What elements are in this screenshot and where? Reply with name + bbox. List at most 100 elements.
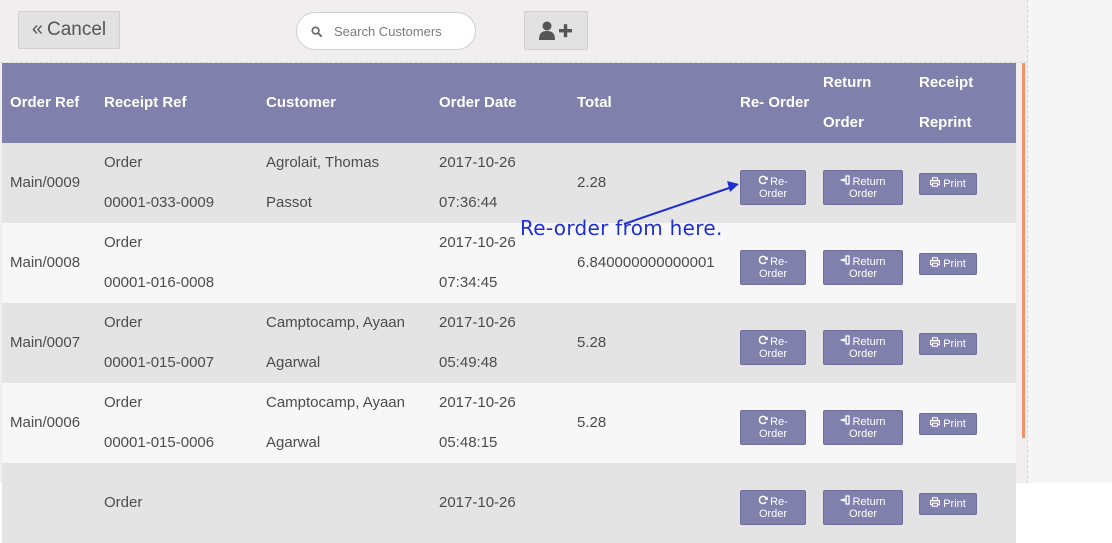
sign-in-icon <box>840 335 851 348</box>
search-input[interactable] <box>332 22 466 40</box>
header-reorder: Re- Order <box>732 63 815 143</box>
print-cell: Print <box>911 223 1016 303</box>
return-cell: Return Order <box>815 223 911 303</box>
header-receipt-line2: Reprint <box>919 114 972 131</box>
receipt-ref-cell: Order <box>96 463 258 543</box>
refresh-icon <box>758 495 768 508</box>
table-row: Main/0008 Order 00001-016-0008 2017-10-26 07… <box>2 223 1016 303</box>
return-order-button[interactable]: Return Order <box>823 250 903 285</box>
return-label-line2: Order <box>848 188 878 200</box>
reorder-button[interactable]: Re- Order <box>740 490 806 525</box>
receipt-ref-cell: Order 00001-016-0008 <box>96 223 258 303</box>
table-row: Main/0007 Order 00001-015-0007 Camptocamp, … <box>2 303 1016 383</box>
sign-in-icon <box>840 255 851 268</box>
reorder-button[interactable]: Re- Order <box>740 250 806 285</box>
table-row: Order 2017-10-26 Re- Order Return Order Print <box>2 463 1016 543</box>
sign-in-icon <box>840 175 851 188</box>
receipt-ref-line1: Order <box>104 314 143 331</box>
return-order-button[interactable]: Return Order <box>823 170 903 205</box>
reorder-label-line2: Order <box>758 428 788 440</box>
header-order-ref: Order Ref <box>10 94 80 111</box>
refresh-icon <box>758 335 768 348</box>
reorder-button[interactable]: Re- Order <box>740 410 806 445</box>
print-label: Print <box>943 417 966 430</box>
reorder-button[interactable]: Re- Order <box>740 330 806 365</box>
receipt-ref-line2: 00001-015-0006 <box>104 434 215 451</box>
header-order-date: Order Date <box>439 94 517 111</box>
print-button[interactable]: Print <box>919 172 977 195</box>
reorder-cell: Re- Order <box>732 143 815 223</box>
search-customers-field[interactable] <box>296 12 476 50</box>
return-order-button[interactable]: Return Order <box>823 410 903 445</box>
receipt-ref-cell: Order 00001-033-0009 <box>96 143 258 223</box>
return-label-line1: Return <box>852 335 886 348</box>
order-date-line2: 05:48:15 <box>439 434 498 451</box>
cancel-button[interactable]: « Cancel <box>18 11 120 49</box>
order-date-cell: 2017-10-26 <box>431 463 569 543</box>
header-reorder-line1: Re- <box>740 94 765 111</box>
search-icon <box>311 25 322 37</box>
order-date-line1: 2017-10-26 <box>439 314 516 331</box>
header-return-line2: Order <box>823 114 864 131</box>
total-cell: 2.28 <box>577 174 607 191</box>
scroll-accent-bar <box>1022 63 1025 438</box>
print-label: Print <box>943 177 966 190</box>
print-icon <box>930 257 941 270</box>
order-ref-cell: Main/0006 <box>10 414 81 431</box>
sign-in-icon <box>840 495 851 508</box>
customer-cell: Agrolait, Thomas Passot <box>258 143 431 223</box>
reorder-label-line2: Order <box>758 268 788 280</box>
order-ref-cell: Main/0008 <box>10 254 81 271</box>
print-button[interactable]: Print <box>919 492 977 515</box>
header-return-order: Return Order <box>815 63 911 143</box>
return-label-line2: Order <box>848 428 878 440</box>
order-date-line1: 2017-10-26 <box>439 154 516 171</box>
customer-cell: Camptocamp, Ayaan Agarwal <box>258 383 431 463</box>
add-customer-button[interactable] <box>524 11 588 50</box>
header-return-line1: Return <box>823 74 872 91</box>
order-date-line2: 05:49:48 <box>439 354 498 371</box>
print-button[interactable]: Print <box>919 412 977 435</box>
return-label-line1: Return <box>852 255 886 268</box>
refresh-icon <box>758 415 768 428</box>
table-row: Main/0009 Order 00001-033-0009 Agrolait, Th… <box>2 143 1016 223</box>
return-cell: Return Order <box>815 143 911 223</box>
receipt-ref-line2: 00001-016-0008 <box>104 274 215 291</box>
order-date-cell: 2017-10-26 07:36:44 <box>431 143 569 223</box>
customer-line1: Agrolait, Thomas <box>266 154 380 171</box>
header-reorder-line2: Order <box>768 94 810 111</box>
header-receipt-line1: Receipt <box>919 74 974 91</box>
customer-line1: Camptocamp, Ayaan <box>266 394 405 411</box>
receipt-ref-cell: Order 00001-015-0006 <box>96 383 258 463</box>
reorder-label-line1: Re- <box>770 335 788 348</box>
reorder-cell: Re- Order <box>732 223 815 303</box>
customer-cell <box>258 463 431 543</box>
print-label: Print <box>943 257 966 270</box>
customer-line1: Camptocamp, Ayaan <box>266 314 405 331</box>
return-order-button[interactable]: Return Order <box>823 330 903 365</box>
orders-table-container[interactable]: Order Ref Receipt Ref Customer Order Dat… <box>2 63 1016 543</box>
customer-line2: Agarwal <box>266 434 321 451</box>
return-order-button[interactable]: Return Order <box>823 490 903 525</box>
reorder-cell: Re- Order <box>732 303 815 383</box>
sign-in-icon <box>840 415 851 428</box>
reorder-button[interactable]: Re- Order <box>740 170 806 205</box>
orders-table: Order Ref Receipt Ref Customer Order Dat… <box>2 63 1016 543</box>
receipt-ref-line1: Order <box>104 234 143 251</box>
reorder-label-line1: Re- <box>770 255 788 268</box>
receipt-ref-line1: Order <box>104 394 143 411</box>
print-icon <box>930 337 941 350</box>
header-receipt-ref: Receipt Ref <box>104 94 187 111</box>
print-button[interactable]: Print <box>919 332 977 355</box>
customer-cell: Camptocamp, Ayaan Agarwal <box>258 303 431 383</box>
print-cell: Print <box>911 303 1016 383</box>
print-button[interactable]: Print <box>919 252 977 275</box>
right-margin <box>1028 0 1112 483</box>
return-label-line2: Order <box>848 268 878 280</box>
header-customer: Customer <box>266 94 337 111</box>
order-date-cell: 2017-10-26 05:48:15 <box>431 383 569 463</box>
return-cell: Return Order <box>815 463 911 543</box>
return-cell: Return Order <box>815 303 911 383</box>
user-plus-icon <box>539 21 572 40</box>
table-row: Main/0006 Order 00001-015-0006 Camptocamp, … <box>2 383 1016 463</box>
